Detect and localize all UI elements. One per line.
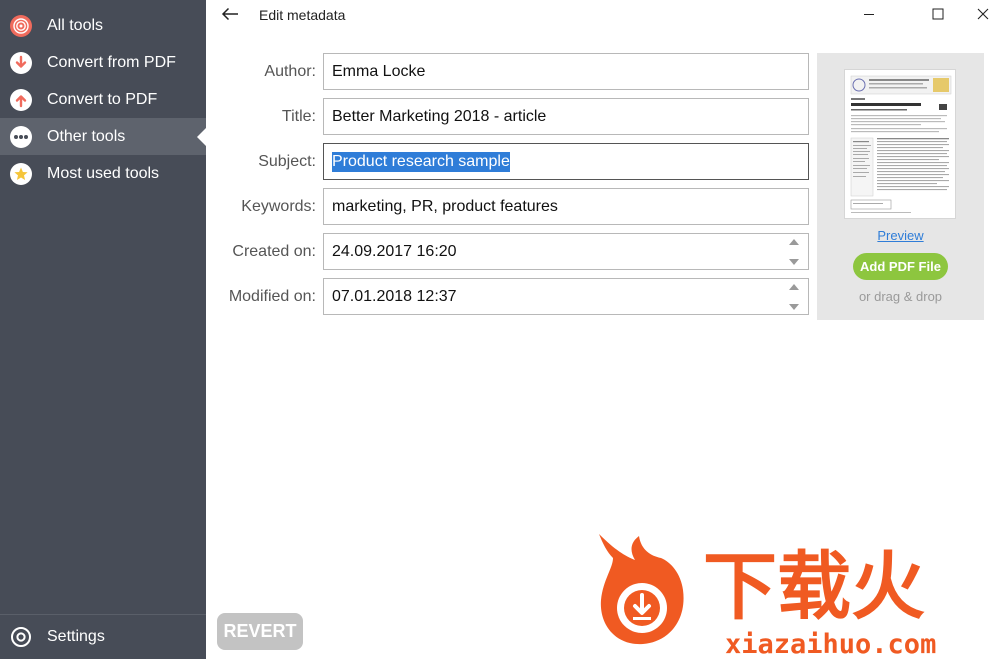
author-field[interactable]: Emma Locke	[323, 53, 809, 90]
created-label: Created on:	[232, 243, 316, 260]
keywords-row: Keywords: marketing, PR, product feature…	[206, 188, 810, 225]
page-title: Edit metadata	[259, 7, 346, 23]
title-label: Title:	[281, 108, 316, 125]
sidebar-item-convert-from-pdf[interactable]: Convert from PDF	[0, 44, 206, 81]
title-field[interactable]: Better Marketing 2018 - article	[323, 98, 809, 135]
add-pdf-file-button[interactable]: Add PDF File	[853, 253, 948, 280]
modified-spinner[interactable]	[788, 284, 800, 310]
created-row: Created on: 24.09.2017 16:20	[206, 233, 810, 270]
watermark-text-url: xiazaihuo.com	[725, 629, 936, 659]
subject-value: Product research sample	[332, 151, 510, 172]
title-row: Title: Better Marketing 2018 - article	[206, 98, 810, 135]
arrow-up-icon	[10, 88, 32, 111]
author-row: Author: Emma Locke	[206, 53, 810, 90]
arrow-down-icon	[10, 51, 32, 74]
spin-up-icon[interactable]	[789, 284, 799, 290]
preview-panel: Preview Add PDF File or drag & drop	[817, 53, 984, 320]
pdf-thumbnail[interactable]	[844, 69, 956, 219]
title-value: Better Marketing 2018 - article	[332, 107, 547, 125]
author-label: Author:	[264, 63, 316, 80]
gear-icon	[10, 626, 32, 648]
sidebar-item-all-tools[interactable]: All tools	[0, 7, 206, 44]
created-date-field[interactable]: 24.09.2017 16:20	[323, 233, 809, 270]
modified-date-field[interactable]: 07.01.2018 12:37	[323, 278, 809, 315]
sidebar-item-other-tools[interactable]: Other tools	[0, 118, 206, 155]
spin-down-icon[interactable]	[789, 304, 799, 310]
revert-button[interactable]: REVERT	[217, 613, 303, 650]
sidebar-item-label: Other tools	[47, 127, 126, 145]
keywords-field[interactable]: marketing, PR, product features	[323, 188, 809, 225]
preview-link[interactable]: Preview	[817, 228, 984, 243]
created-spinner[interactable]	[788, 239, 800, 265]
settings-button[interactable]: Settings	[0, 614, 206, 659]
maximize-icon	[932, 8, 944, 20]
keywords-label: Keywords:	[241, 198, 316, 215]
subject-field[interactable]: Product research sample	[323, 143, 809, 180]
watermark-text-cn: 下载火	[703, 544, 925, 630]
settings-label: Settings	[47, 628, 105, 645]
drag-drop-hint: or drag & drop	[858, 289, 943, 304]
target-icon	[10, 14, 32, 37]
sidebar-item-label: Convert from PDF	[47, 53, 176, 71]
sidebar-item-label: Most used tools	[47, 164, 160, 182]
more-dots-icon	[10, 125, 32, 148]
sidebar: All tools Convert from PDF Convert to PD…	[0, 0, 206, 659]
minimize-icon	[864, 14, 874, 15]
document-page-icon	[850, 75, 952, 213]
modified-row: Modified on: 07.01.2018 12:37	[206, 278, 810, 315]
keywords-value: marketing, PR, product features	[332, 197, 558, 215]
sidebar-item-convert-to-pdf[interactable]: Convert to PDF	[0, 81, 206, 118]
maximize-button[interactable]	[915, 0, 961, 28]
spin-down-icon[interactable]	[789, 259, 799, 265]
sidebar-item-label: All tools	[47, 16, 104, 34]
created-value: 24.09.2017 16:20	[332, 242, 457, 260]
back-button[interactable]	[218, 3, 242, 25]
watermark-logo: 下载火 xiazaihuo.com	[595, 528, 1004, 659]
star-icon	[10, 162, 32, 185]
title-bar: Edit metadata	[206, 0, 1004, 30]
sidebar-item-label: Convert to PDF	[47, 90, 158, 108]
modified-label: Modified on:	[228, 288, 316, 305]
author-value: Emma Locke	[332, 62, 426, 80]
sidebar-item-most-used-tools[interactable]: Most used tools	[0, 155, 206, 192]
subject-row: Subject: Product research sample	[206, 143, 810, 180]
back-arrow-icon	[221, 7, 238, 21]
spin-up-icon[interactable]	[789, 239, 799, 245]
minimize-button[interactable]	[846, 0, 892, 28]
close-icon	[977, 8, 989, 20]
close-button[interactable]	[960, 0, 1004, 28]
modified-value: 07.01.2018 12:37	[332, 287, 457, 305]
subject-label: Subject:	[258, 153, 316, 170]
